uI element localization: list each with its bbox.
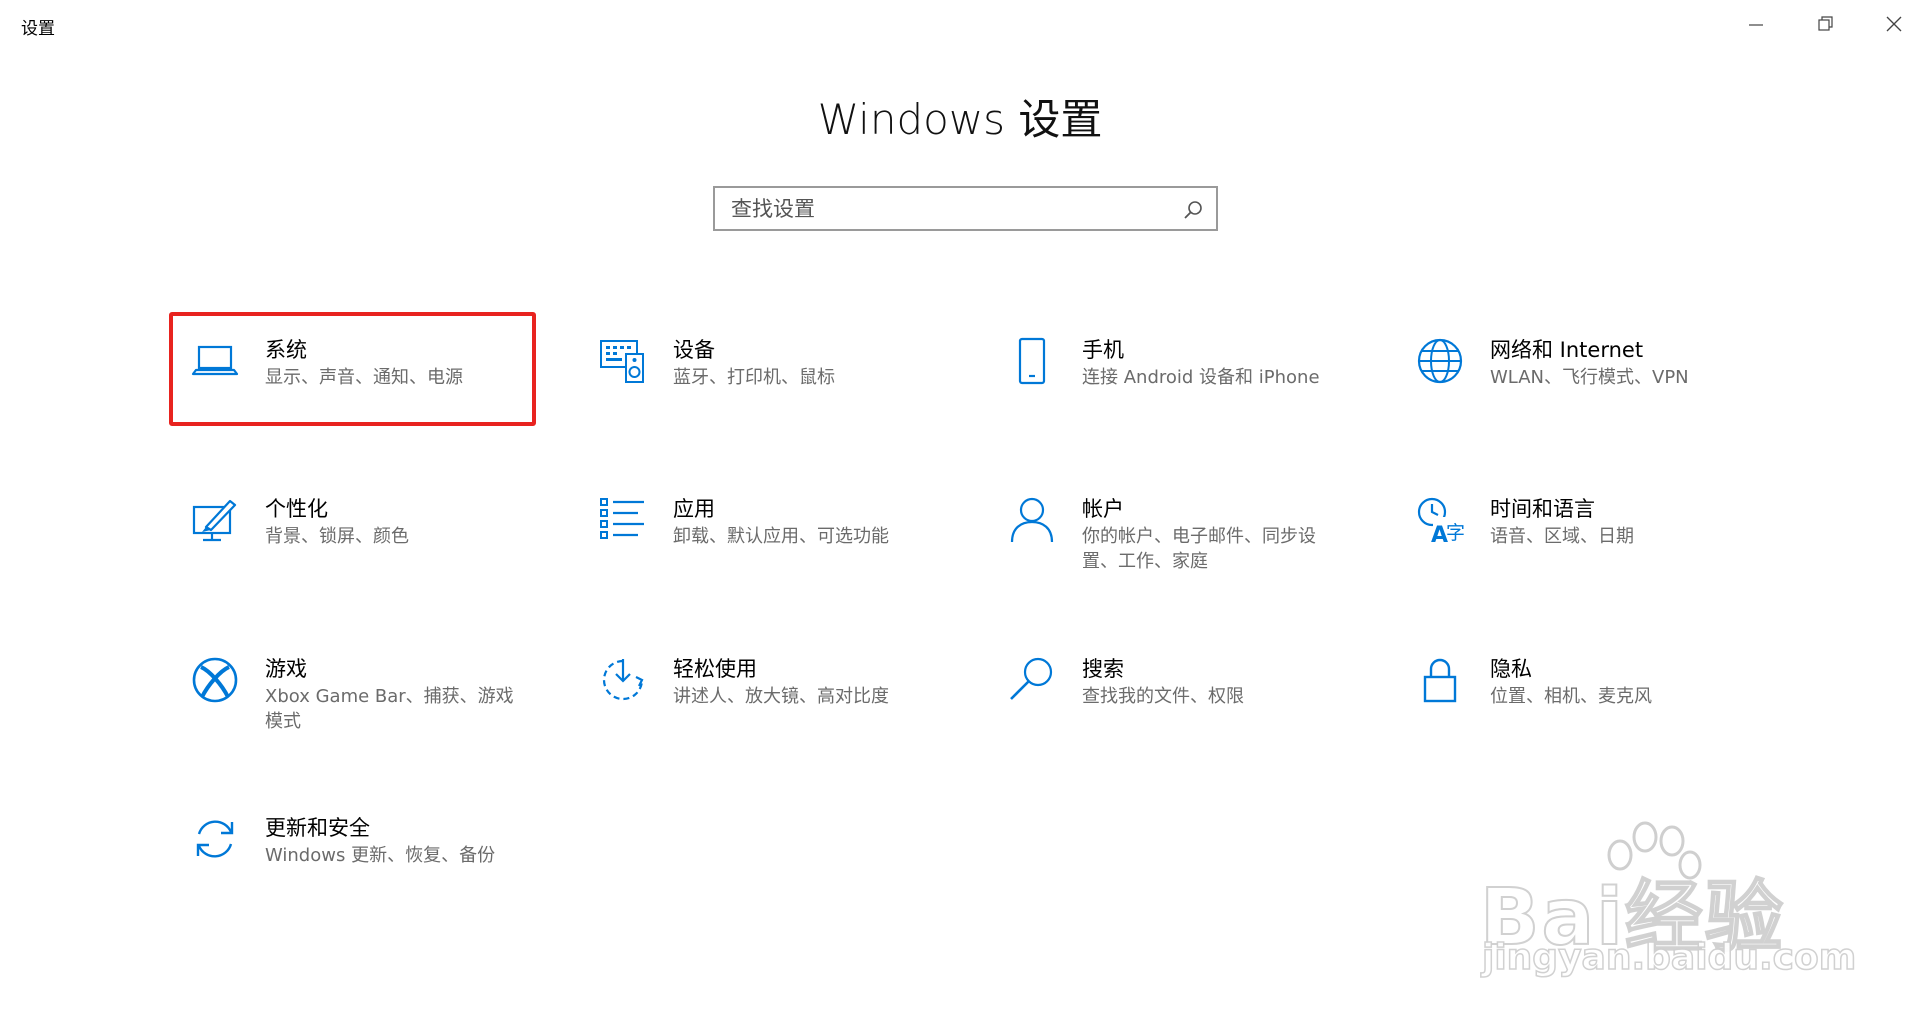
tile-description: 讲述人、放大镜、高对比度 — [673, 686, 889, 707]
globe-icon — [1415, 336, 1465, 386]
tile-phone[interactable]: 手机 连接 Android 设备和 iPhone — [987, 318, 1352, 428]
time-language-icon: A 字 — [1415, 495, 1465, 545]
svg-text:字: 字 — [1446, 522, 1465, 544]
tile-description: 显示、声音、通知、电源 — [265, 367, 463, 388]
tile-search[interactable]: 搜索 查找我的文件、权限 — [987, 637, 1352, 747]
tile-description: Xbox Game Bar、捕获、游戏模式 — [265, 686, 514, 732]
search-box[interactable] — [713, 186, 1218, 231]
tile-description: 你的帐户、电子邮件、同步设置、工作、家庭 — [1082, 526, 1316, 572]
tile-privacy[interactable]: 隐私 位置、相机、麦克风 — [1395, 637, 1760, 747]
tile-description: Windows 更新、恢复、备份 — [265, 845, 496, 866]
sync-icon — [190, 814, 240, 864]
tile-description: WLAN、飞行模式、VPN — [1490, 367, 1689, 388]
tile-title: 个性化 — [265, 497, 328, 521]
paint-icon — [190, 495, 240, 545]
tile-description: 查找我的文件、权限 — [1082, 686, 1244, 707]
tile-title: 帐户 — [1082, 497, 1124, 521]
tile-title: 应用 — [673, 497, 715, 521]
tile-title: 搜索 — [1082, 657, 1124, 681]
tile-description: 卸载、默认应用、可选功能 — [673, 526, 889, 547]
minimize-button[interactable] — [1744, 12, 1768, 36]
watermark-url: jingyan.baidu.com — [1481, 936, 1857, 979]
search-icon[interactable] — [1182, 199, 1204, 221]
tile-title: 手机 — [1082, 338, 1124, 362]
title-bar: 设置 — [0, 0, 1920, 48]
close-icon — [1886, 16, 1902, 32]
tile-personalization[interactable]: 个性化 背景、锁屏、颜色 — [170, 477, 535, 587]
baidu-watermark: Bai经验 jingyan.baidu.com — [1470, 815, 1890, 985]
tile-title: 隐私 — [1490, 657, 1532, 681]
search-icon — [1007, 655, 1057, 705]
person-icon — [1007, 495, 1057, 545]
tile-description: 位置、相机、麦克风 — [1490, 686, 1652, 707]
tile-description: 连接 Android 设备和 iPhone — [1082, 367, 1320, 388]
tile-system[interactable]: 系统 显示、声音、通知、电源 — [170, 318, 535, 428]
restore-button[interactable] — [1813, 12, 1837, 36]
ease-of-access-icon — [598, 655, 648, 705]
tile-apps[interactable]: 应用 卸载、默认应用、可选功能 — [578, 477, 943, 587]
laptop-icon — [190, 336, 240, 386]
tile-accounts[interactable]: 帐户 你的帐户、电子邮件、同步设置、工作、家庭 — [987, 477, 1352, 587]
tile-title: 游戏 — [265, 657, 307, 681]
search-input[interactable] — [715, 188, 1216, 229]
tile-network[interactable]: 网络和 Internet WLAN、飞行模式、VPN — [1395, 318, 1760, 428]
tile-title: 时间和语言 — [1490, 497, 1595, 521]
tile-title: 更新和安全 — [265, 816, 370, 840]
tile-gaming[interactable]: 游戏 Xbox Game Bar、捕获、游戏模式 — [170, 637, 535, 747]
tile-title: 系统 — [265, 338, 307, 362]
tile-ease-of-access[interactable]: 轻松使用 讲述人、放大镜、高对比度 — [578, 637, 943, 747]
tile-devices[interactable]: 设备 蓝牙、打印机、鼠标 — [578, 318, 943, 428]
minimize-icon — [1749, 24, 1763, 26]
tile-description: 语音、区域、日期 — [1490, 526, 1634, 547]
lock-icon — [1415, 655, 1465, 705]
tile-update-security[interactable]: 更新和安全 Windows 更新、恢复、备份 — [170, 796, 535, 906]
xbox-icon — [190, 655, 240, 705]
window-title: 设置 — [21, 19, 55, 39]
restore-icon — [1818, 16, 1833, 31]
app-list-icon — [598, 495, 648, 545]
keyboard-speaker-icon — [598, 336, 648, 386]
page-title: Windows 设置 — [817, 95, 1103, 144]
tile-title: 网络和 Internet — [1490, 338, 1644, 362]
tile-time-language[interactable]: A 字 时间和语言 语音、区域、日期 — [1395, 477, 1760, 587]
tile-title: 设备 — [673, 338, 715, 362]
tile-description: 背景、锁屏、颜色 — [265, 526, 409, 547]
close-button[interactable] — [1882, 12, 1906, 36]
phone-icon — [1007, 336, 1057, 386]
tile-description: 蓝牙、打印机、鼠标 — [673, 367, 835, 388]
tile-title: 轻松使用 — [673, 657, 757, 681]
